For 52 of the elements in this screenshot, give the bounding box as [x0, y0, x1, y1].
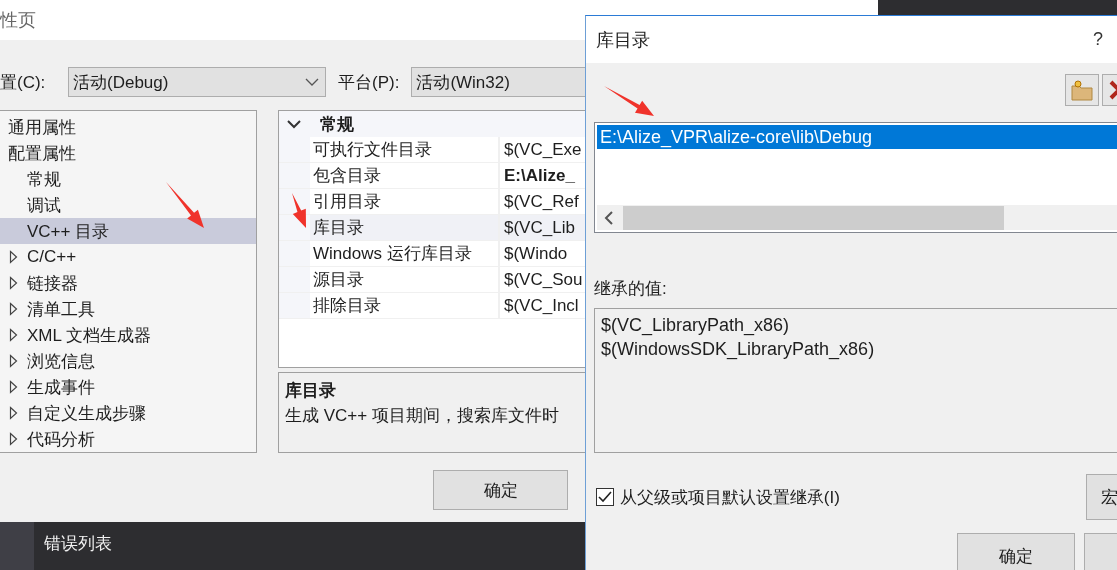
configuration-dropdown[interactable]: 活动(Debug)	[68, 67, 326, 97]
tree-item[interactable]: 调试	[0, 192, 256, 218]
property-name: 排除目录	[310, 293, 500, 318]
macro-button[interactable]: 宏	[1086, 474, 1117, 520]
property-name: 可执行文件目录	[310, 137, 500, 162]
property-name: Windows 运行库目录	[310, 241, 500, 266]
tree-item[interactable]: 配置属性	[0, 140, 256, 166]
tree-item[interactable]: VC++ 目录	[0, 218, 256, 244]
property-value: $(VC_Sou	[503, 268, 584, 291]
window-title: 性页	[0, 9, 36, 32]
checkbox-label: 从父级或项目默认设置继承(I)	[619, 486, 841, 509]
window-title: 库目录	[596, 28, 650, 52]
tree-item[interactable]: 通用属性	[0, 114, 256, 140]
help-button[interactable]: ?	[1093, 29, 1103, 50]
tree-item[interactable]: C/C++	[0, 244, 256, 270]
property-value: E:\Alize_	[503, 164, 576, 187]
panel-title: 错误列表	[44, 533, 112, 555]
ok-button[interactable]: 确定	[957, 533, 1075, 570]
sidebar-strip	[0, 522, 34, 570]
tree-item[interactable]: XML 文档生成器	[0, 322, 256, 348]
tree-item[interactable]: 链接器	[0, 270, 256, 296]
scroll-left-icon	[603, 210, 615, 225]
inherited-value: $(VC_LibraryPath_x86)	[601, 315, 791, 338]
ok-button[interactable]: 确定	[433, 470, 568, 510]
description-title: 库目录	[285, 380, 337, 402]
list-item[interactable]: E:\Alize_VPR\alize-core\lib\Debug	[597, 125, 1117, 149]
property-name: 源目录	[310, 267, 500, 292]
description-text: 生成 VC++ 项目期间，搜索库文件时	[285, 405, 560, 427]
scrollbar-thumb[interactable]	[623, 205, 1004, 230]
field-label: 继承的值:	[594, 278, 668, 300]
inherited-value: $(WindowsSDK_LibraryPath_x86)	[601, 339, 876, 362]
property-name: 库目录	[310, 215, 500, 240]
property-name: 包含目录	[310, 163, 500, 188]
tree-item[interactable]: 代码分析	[0, 426, 256, 452]
property-value: $(Windo	[503, 242, 569, 265]
tree-item[interactable]: 自定义生成步骤	[0, 400, 256, 426]
new-folder-icon	[1070, 79, 1094, 101]
checkmark-icon	[597, 491, 612, 503]
field-label: 平台(P):	[338, 71, 400, 94]
tree-item[interactable]: 生成事件	[0, 374, 256, 400]
property-value: $(VC_Incl	[503, 294, 580, 317]
checkbox[interactable]	[596, 488, 614, 506]
section-header: 常规	[320, 113, 354, 136]
scrollbar[interactable]	[597, 205, 1117, 230]
property-value: $(VC_Lib	[500, 215, 585, 240]
tree-item[interactable]: 常规	[0, 166, 256, 192]
chevron-down-icon	[305, 78, 319, 86]
property-value: $(VC_Exe	[503, 138, 583, 161]
tree-item[interactable]: 浏览信息	[0, 348, 256, 374]
property-value: $(VC_Ref	[503, 190, 580, 213]
field-label: 置(C):	[0, 71, 47, 94]
tree-item[interactable]: 清单工具	[0, 296, 256, 322]
